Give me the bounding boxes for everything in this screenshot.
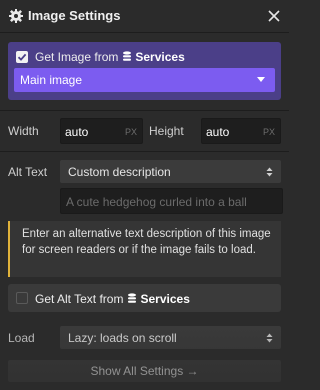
get-image-label: Get Image from Services [35,50,185,64]
image-source-select[interactable]: Main image [14,68,275,92]
services-label: Services [135,50,185,64]
chevron-down-icon [257,77,265,82]
close-icon[interactable] [266,8,282,24]
divider [0,151,289,152]
height-value: auto [206,125,230,139]
check-icon [17,53,27,61]
database-icon [123,51,132,61]
updown-icon [266,167,273,177]
alt-text-mode-value: Custom description [68,165,171,179]
get-image-text: Get Image from [35,50,119,64]
height-label: Height [149,124,184,138]
database-icon [128,293,137,303]
alt-text-label: Alt Text [8,165,48,179]
load-label: Load [8,331,35,345]
width-input[interactable]: auto PX [60,118,143,144]
divider [0,110,289,111]
load-select[interactable]: Lazy: loads on scroll [60,326,281,349]
alt-text-placeholder: A cute hedgehog curled into a ball [66,195,247,209]
load-value: Lazy: loads on scroll [68,331,177,345]
updown-icon [266,333,273,343]
height-unit: PX [262,127,275,137]
panel-header: Image Settings [0,0,289,33]
gear-icon [9,9,23,23]
get-alt-text-text: Get Alt Text from [35,292,124,306]
width-value: auto [65,125,89,139]
height-input[interactable]: auto PX [201,118,281,144]
alt-text-hint-text: Enter an alternative text description of… [22,228,271,256]
get-image-checkbox[interactable] [16,51,28,63]
panel-title: Image Settings [28,8,121,23]
services-label: Services [140,292,190,306]
show-all-settings-label: Show All Settings → [90,364,199,378]
width-label: Width [8,124,39,138]
get-alt-text-label: Get Alt Text from Services [35,292,190,306]
get-alt-text-checkbox[interactable] [16,292,28,304]
alt-text-select[interactable]: Custom description [60,160,281,183]
width-unit: PX [124,127,137,137]
show-all-settings-button[interactable]: Show All Settings → [8,360,281,382]
alt-text-input[interactable]: A cute hedgehog curled into a ball [60,188,283,214]
image-source-value: Main image [20,73,83,87]
alt-text-hint: Enter an alternative text description of… [8,221,281,277]
